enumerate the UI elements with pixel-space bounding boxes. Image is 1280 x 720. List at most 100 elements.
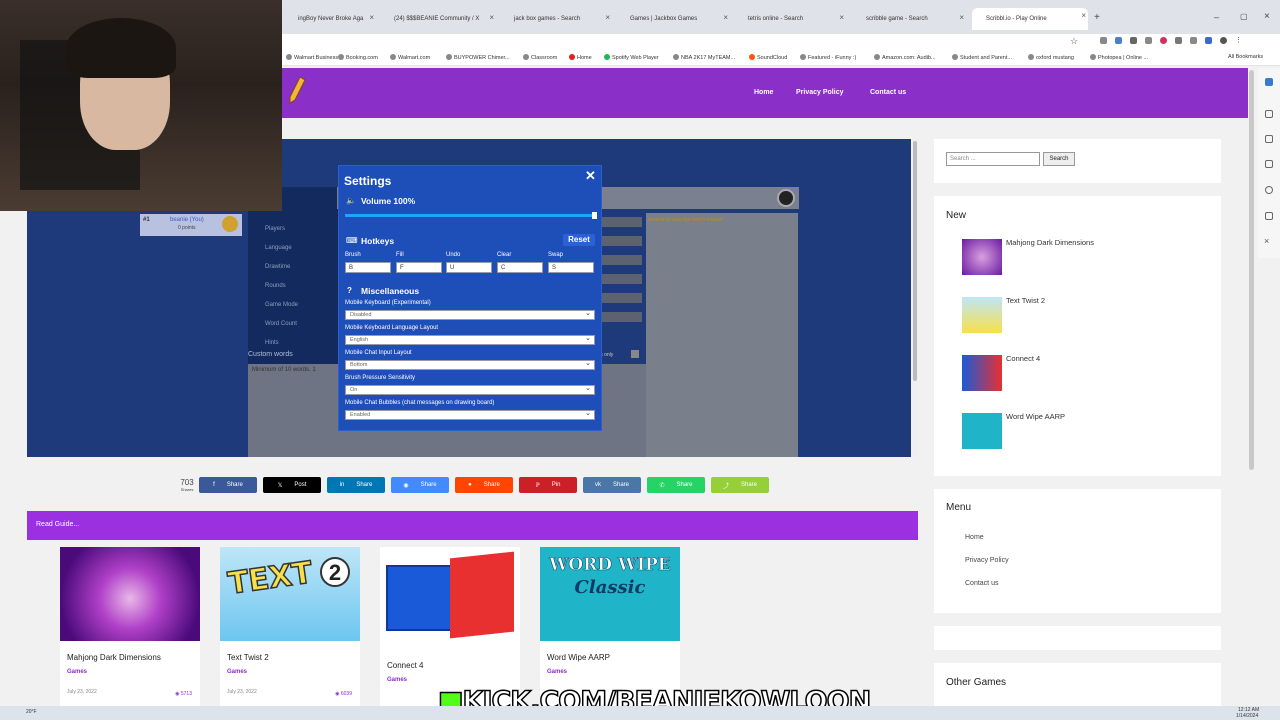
side-panel-close-icon[interactable]: × [1264, 236, 1269, 246]
new-tab-icon[interactable]: + [1094, 12, 1100, 23]
mobile-keyboard-select[interactable]: Disabled [345, 309, 595, 320]
nav-home[interactable]: Home [754, 89, 773, 96]
card-title[interactable]: Connect 4 [387, 661, 520, 670]
card-title[interactable]: Mahjong Dark Dimensions [67, 653, 200, 662]
mahjong-thumbnail[interactable] [60, 547, 200, 641]
extension-icon[interactable] [1100, 37, 1107, 44]
hotkey-clear-input[interactable]: C [497, 262, 543, 273]
bookmark[interactable]: Home [569, 54, 592, 61]
new-item-link[interactable]: Connect 4 [1006, 354, 1040, 363]
game-card[interactable]: Mahjong Dark Dimensions Games July 23, 2… [60, 547, 200, 707]
side-panel-icon[interactable] [1265, 212, 1273, 220]
menu-dots-icon[interactable]: ⋮ [1235, 37, 1242, 44]
close-tab-icon[interactable]: × [839, 13, 844, 22]
connect4-sidebar-thumbnail[interactable] [962, 355, 1002, 391]
nav-contact-us[interactable]: Contact us [870, 89, 906, 96]
menu-home[interactable]: Home [965, 534, 984, 541]
hotkey-undo-input[interactable]: U [446, 262, 492, 273]
card-title[interactable]: Word Wipe AARP [547, 653, 680, 662]
share-x-button[interactable]: 𝕏 Post [263, 477, 321, 493]
maximize-icon[interactable]: ▢ [1240, 12, 1248, 21]
all-bookmarks[interactable]: All Bookmarks [1228, 54, 1263, 60]
hotkey-brush-input[interactable]: B [345, 262, 391, 273]
text-twist-sidebar-thumbnail[interactable] [962, 297, 1002, 333]
browser-tab[interactable]: (24) $$$BEANIE Community / X × [380, 10, 496, 28]
share-messenger-button[interactable]: ◉ Share [391, 477, 449, 493]
keyboard-layout-select[interactable]: English [345, 334, 595, 345]
settings-gear-icon[interactable] [777, 189, 795, 207]
extension-icon[interactable] [1175, 37, 1182, 44]
game-card[interactable]: TEXT 2 Text Twist 2 Games July 23, 2022 … [220, 547, 360, 707]
browser-tab[interactable]: jack box games - Search × [500, 10, 612, 28]
bookmark[interactable]: Walmart.com [390, 54, 430, 61]
share-vk-button[interactable]: vk Share [583, 477, 641, 493]
card-category[interactable]: Games [227, 669, 360, 675]
text-twist-thumbnail[interactable]: TEXT 2 [220, 547, 360, 641]
hotkey-swap-input[interactable]: S [548, 262, 594, 273]
share-facebook-button[interactable]: f Share [199, 477, 257, 493]
game-card[interactable]: Connect 4 Games [380, 547, 520, 707]
star-icon[interactable]: ☆ [1070, 36, 1078, 47]
menu-contact-us[interactable]: Contact us [965, 580, 998, 587]
volume-icon[interactable]: 🔈 [346, 196, 356, 205]
bookmark[interactable]: Photopea | Online ... [1090, 54, 1148, 61]
bookmark[interactable]: Classroom [523, 54, 557, 61]
close-icon[interactable]: ✕ [585, 168, 596, 184]
pencil-logo-icon[interactable] [288, 76, 306, 104]
close-tab-icon[interactable]: × [489, 13, 494, 22]
share-linkedin-button[interactable]: in Share [327, 477, 385, 493]
side-panel-icon[interactable] [1265, 186, 1273, 194]
share-pinterest-button[interactable]: ℙ Pin [519, 477, 577, 493]
taskbar-date[interactable]: 1/14/2024 [1236, 713, 1258, 719]
close-window-icon[interactable]: × [1264, 11, 1270, 22]
card-category[interactable]: Games [547, 669, 680, 675]
share-more-button[interactable]: ⤴ Share [711, 477, 769, 493]
bookmark[interactable]: Featured - iFunny :) [800, 54, 856, 61]
close-tab-icon[interactable]: × [959, 13, 964, 22]
side-panel-icon[interactable] [1265, 135, 1273, 143]
extension-icon[interactable] [1130, 37, 1137, 44]
chat-input-layout-select[interactable]: Bottom [345, 359, 595, 370]
new-item-link[interactable]: Word Wipe AARP [1006, 412, 1065, 421]
side-panel-icon[interactable] [1265, 160, 1273, 168]
search-input[interactable]: Search ... [946, 152, 1040, 166]
volume-slider-handle[interactable] [592, 212, 597, 219]
extension-icon[interactable] [1115, 37, 1122, 44]
connect4-thumbnail[interactable] [380, 547, 520, 641]
minimize-icon[interactable]: – [1214, 12, 1219, 22]
card-category[interactable]: Games [67, 669, 200, 675]
bookmark[interactable]: oxford mustang [1028, 54, 1074, 61]
chat-bubbles-select[interactable]: Enabled [345, 409, 595, 420]
card-title[interactable]: Text Twist 2 [227, 653, 360, 662]
profile-icon[interactable] [1220, 37, 1227, 44]
browser-tab[interactable]: scribble game - Search × [852, 10, 966, 28]
browser-tab[interactable]: ingBoy Never Broke Aga × [284, 10, 376, 28]
new-item-link[interactable]: Text Twist 2 [1006, 296, 1045, 305]
reset-hotkeys-button[interactable]: Reset [563, 234, 595, 246]
bookmark[interactable]: BUYPOWER Chimer... [446, 54, 510, 61]
bookmark[interactable]: Student and Parent... [952, 54, 1012, 61]
side-panel-icon[interactable] [1265, 110, 1273, 118]
words-only-checkbox[interactable] [631, 350, 639, 358]
extension-icon[interactable] [1160, 37, 1167, 44]
volume-slider[interactable] [345, 212, 597, 219]
bookmark[interactable]: Spotify Web Player [604, 54, 659, 61]
browser-tab[interactable]: Games | Jackbox Games × [616, 10, 730, 28]
close-tab-icon[interactable]: × [605, 13, 610, 22]
page-scrollbar[interactable] [1249, 70, 1254, 470]
extension-icon[interactable] [1190, 37, 1197, 44]
close-tab-icon[interactable]: × [1081, 11, 1086, 20]
bookmark[interactable]: Booking.com [338, 54, 378, 61]
nav-privacy-policy[interactable]: Privacy Policy [796, 89, 843, 96]
brush-pressure-select[interactable]: On [345, 384, 595, 395]
weather-widget[interactable]: 20°F [26, 709, 37, 715]
share-whatsapp-button[interactable]: ✆ Share [647, 477, 705, 493]
hotkey-fill-input[interactable]: F [396, 262, 442, 273]
extension-icon[interactable] [1145, 37, 1152, 44]
bookmark[interactable]: SoundCloud [749, 54, 787, 61]
new-item-link[interactable]: Mahjong Dark Dimensions [1006, 238, 1094, 247]
game-scrollbar[interactable] [912, 139, 918, 457]
mahjong-sidebar-thumbnail[interactable] [962, 239, 1002, 275]
close-tab-icon[interactable]: × [369, 13, 374, 22]
bookmark[interactable]: NBA 2K17 MyTEAM... [673, 54, 735, 61]
